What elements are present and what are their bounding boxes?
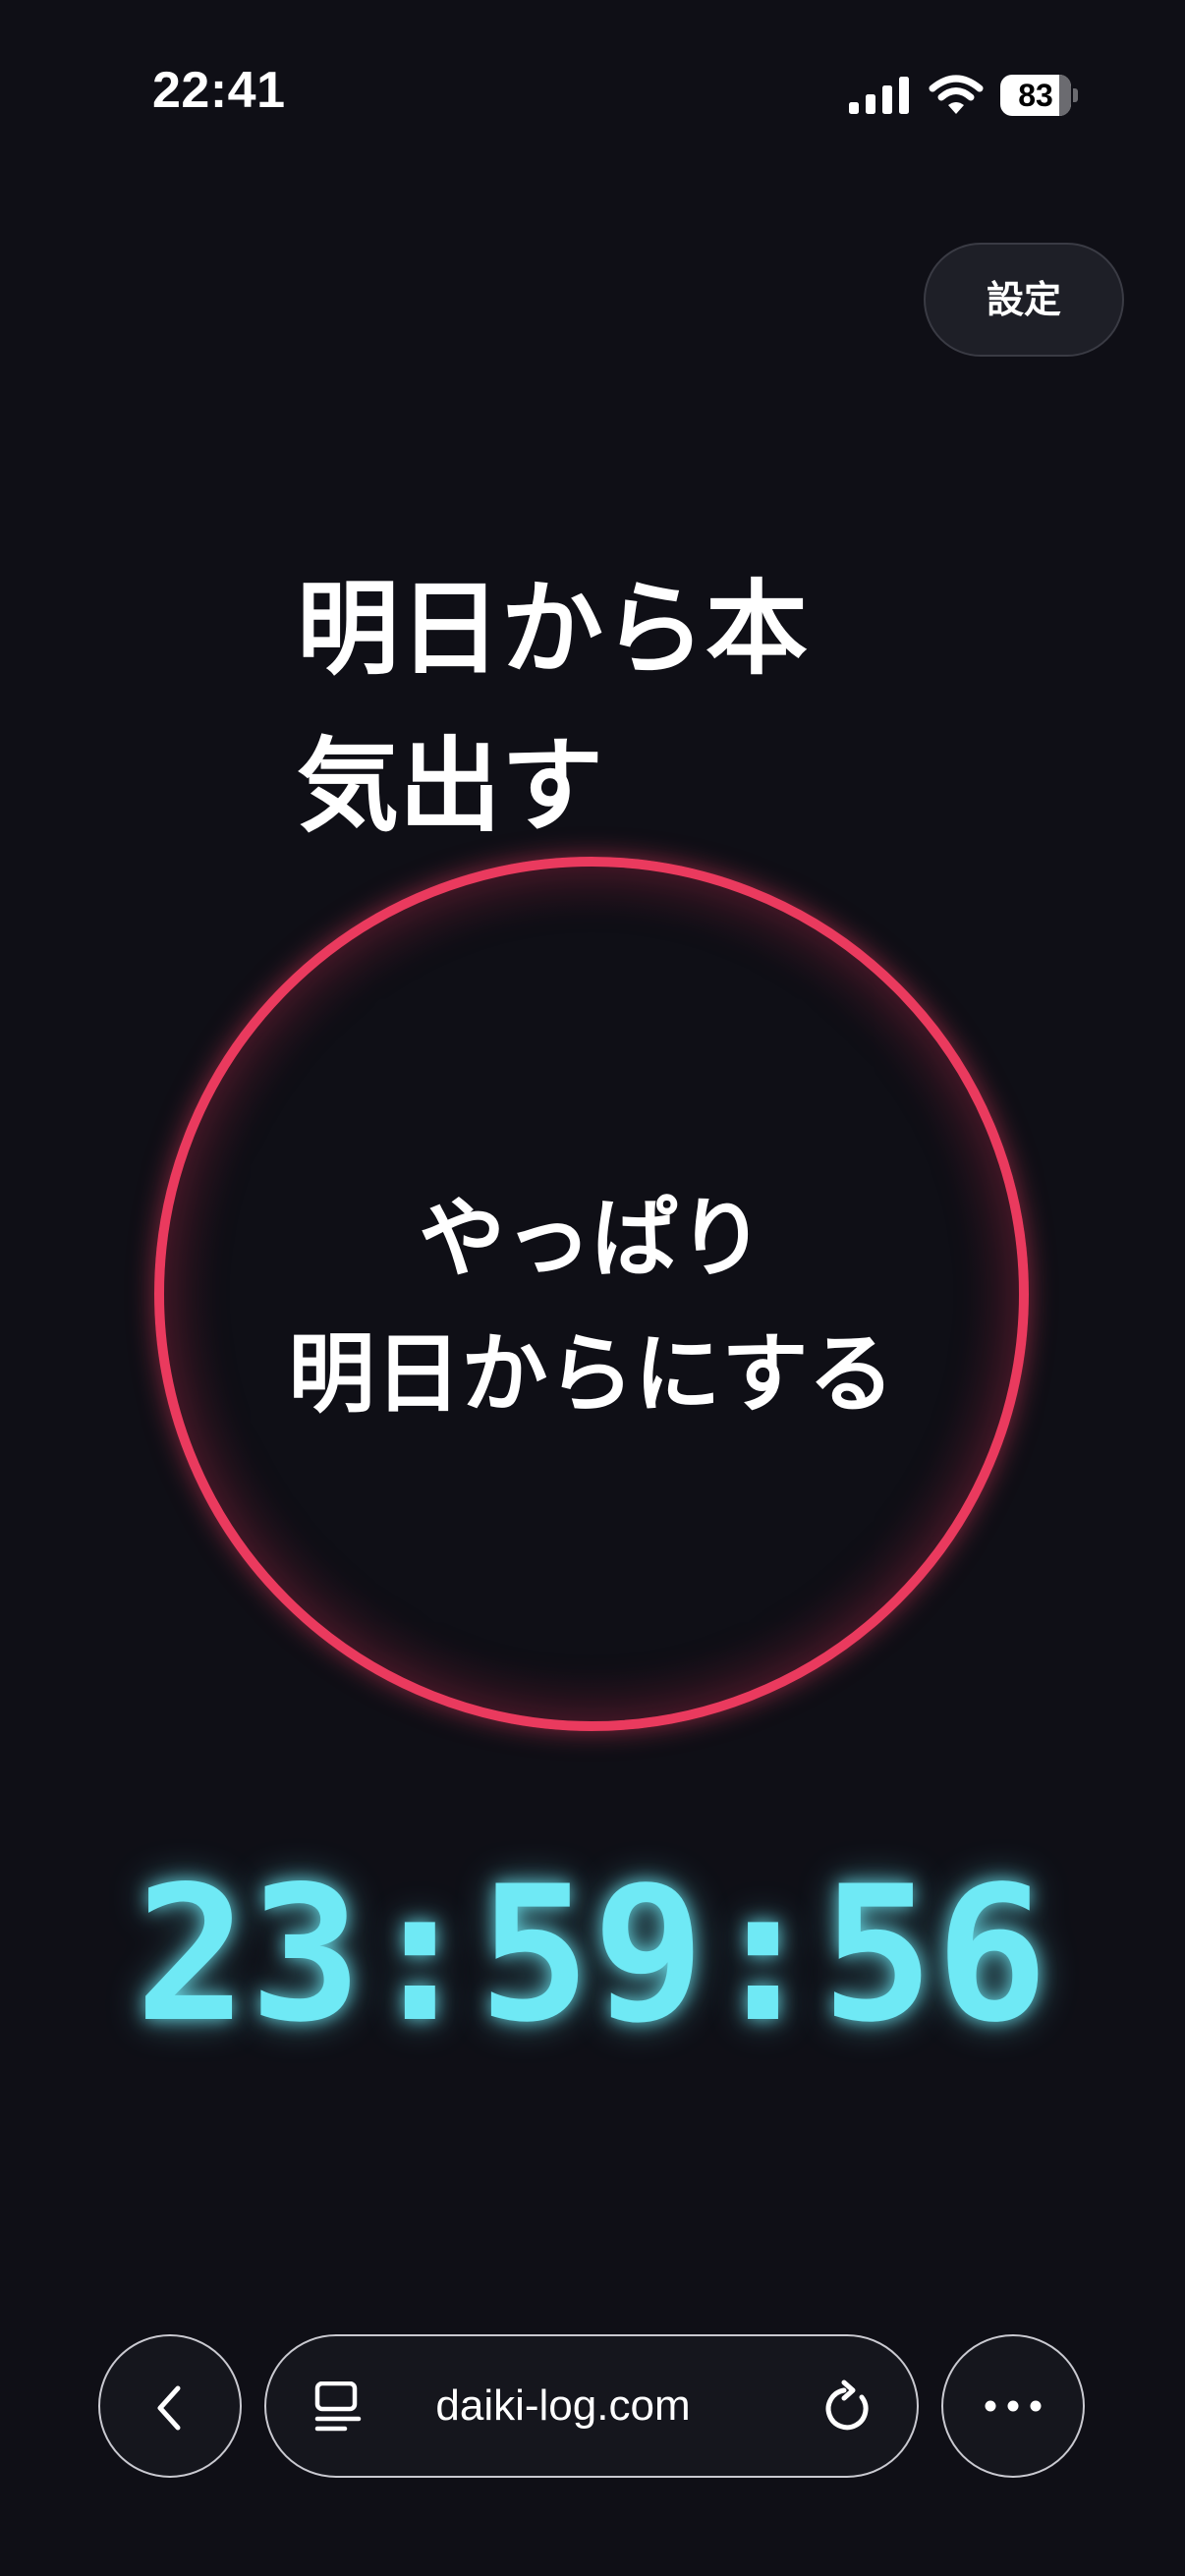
settings-button[interactable]: 設定: [924, 243, 1124, 357]
back-button[interactable]: [98, 2334, 242, 2478]
url-text: daiki-log.com: [435, 2381, 691, 2430]
headline-line-1: 明日から本: [297, 569, 809, 689]
battery-percent: 83: [1018, 78, 1053, 113]
reader-icon: [314, 2381, 362, 2432]
more-options-button[interactable]: [941, 2334, 1085, 2478]
back-chevron-icon: [157, 2385, 181, 2431]
headline-line-2: 気出す: [297, 726, 604, 846]
postpone-label-line-2: 明日からにする: [288, 1323, 895, 1425]
battery-cap: [1073, 88, 1078, 102]
reload-icon[interactable]: [822, 2380, 875, 2435]
postpone-button-label: やっぱり 明日からにする: [164, 1171, 1019, 1442]
more-icon: [985, 2400, 1042, 2412]
cellular-signal-icon: [849, 77, 909, 114]
headline: 明日から本 気出す: [297, 550, 847, 865]
countdown-timer: 23:59:56: [135, 1846, 1050, 2063]
postpone-circle-button[interactable]: やっぱり 明日からにする: [154, 857, 1029, 1731]
wifi-icon: [929, 75, 984, 114]
battery-icon: 83: [1000, 75, 1078, 116]
status-time: 22:41: [152, 62, 286, 119]
postpone-label-line-1: やっぱり: [418, 1188, 764, 1289]
address-bar[interactable]: daiki-log.com: [264, 2334, 919, 2478]
app-screen: 22:41 83 設定 明日から本 気出す やっぱり 明日からにする 23:59…: [0, 0, 1185, 2576]
